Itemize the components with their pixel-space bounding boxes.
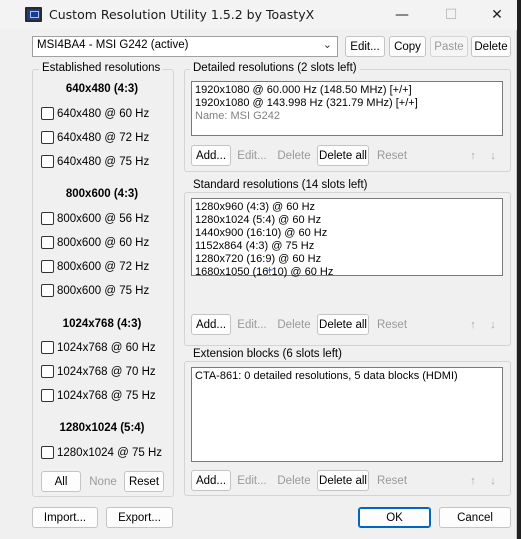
checkbox-label: 1280x1024 @ 75 Hz [57, 446, 163, 459]
monitor-paste-button: Paste [430, 36, 468, 57]
checkbox-box[interactable] [41, 446, 54, 459]
established-checkbox[interactable]: 1024x768 @ 70 Hz [41, 365, 156, 378]
cancel-button[interactable]: Cancel [439, 507, 511, 528]
detailed-delete-all-button[interactable]: Delete all [317, 145, 369, 166]
checkbox-box[interactable] [41, 389, 54, 402]
established-checkbox[interactable]: 800x600 @ 72 Hz [41, 260, 149, 273]
established-checkbox[interactable]: 1024x768 @ 60 Hz [41, 341, 156, 354]
checkbox-box[interactable] [41, 365, 54, 378]
move-down-icon: ↓ [490, 318, 496, 331]
chevron-down-icon: ⌄ [322, 39, 332, 51]
checkbox-box[interactable] [41, 155, 54, 168]
detailed-resolutions-list[interactable]: 1920x1080 @ 60.000 Hz (148.50 MHz) [+/+]… [191, 81, 503, 136]
cru-window: Custom Resolution Utility 1.5.2 by Toast… [0, 0, 517, 539]
list-item[interactable]: 1280x1024 (5:4) @ 60 Hz [195, 214, 499, 227]
monitor-app-icon [25, 7, 42, 22]
established-none-button: None [89, 475, 117, 488]
checkbox-label: 640x480 @ 75 Hz [57, 155, 150, 168]
list-item[interactable]: 1680x1050 (16:10) @ 60 Hz [195, 266, 499, 279]
checkbox-box[interactable] [41, 212, 54, 225]
detailed-resolutions-title: Detailed resolutions (2 slots left) [190, 62, 360, 74]
established-group-heading: 1280x1024 (5:4) [59, 422, 145, 434]
minimize-button[interactable]: — [379, 0, 425, 30]
detailed-delete-button: Delete [277, 149, 311, 162]
established-group-heading: 640x480 (4:3) [65, 83, 139, 95]
move-up-icon: ↑ [470, 318, 476, 331]
detailed-add-button[interactable]: Add... [191, 145, 231, 166]
established-resolutions-title: Established resolutions [39, 62, 164, 74]
checkbox-box[interactable] [41, 260, 54, 273]
established-checkbox[interactable]: 1024x768 @ 75 Hz [41, 389, 156, 402]
title-bar: Custom Resolution Utility 1.5.2 by Toast… [0, 0, 517, 30]
standard-delete-all-button[interactable]: Delete all [317, 314, 369, 335]
established-checkbox[interactable]: 800x600 @ 56 Hz [41, 212, 149, 225]
standard-edit-button: Edit... [237, 318, 267, 331]
checkbox-label: 640x480 @ 72 Hz [57, 131, 150, 144]
list-item[interactable]: 1280x720 (16:9) @ 60 Hz [195, 253, 499, 266]
monitor-select-value: MSI4BA4 - MSI G242 (active) [37, 39, 189, 51]
import-button[interactable]: Import... [32, 507, 98, 528]
list-item[interactable]: 1920x1080 @ 60.000 Hz (148.50 MHz) [+/+] [195, 84, 499, 97]
checkbox-label: 1024x768 @ 60 Hz [57, 341, 156, 354]
export-button[interactable]: Export... [106, 507, 173, 528]
checkbox-box[interactable] [41, 341, 54, 354]
move-up-icon: ↑ [470, 474, 476, 487]
checkbox-label: 800x600 @ 60 Hz [57, 236, 150, 249]
window-title: Custom Resolution Utility 1.5.2 by Toast… [49, 7, 315, 22]
extension-blocks-title: Extension blocks (6 slots left) [190, 348, 345, 360]
maximize-button: ☐ [444, 7, 458, 23]
detailed-reset-button: Reset [376, 149, 408, 162]
list-item[interactable]: CTA-861: 0 detailed resolutions, 5 data … [195, 370, 499, 383]
established-group-heading: 1024x768 (4:3) [62, 318, 142, 330]
established-group-heading: 800x600 (4:3) [65, 188, 139, 200]
checkbox-label: 800x600 @ 56 Hz [57, 212, 150, 225]
monitor-delete-button[interactable]: Delete [471, 36, 511, 57]
established-checkbox[interactable]: 640x480 @ 72 Hz [41, 131, 149, 144]
extension-add-button[interactable]: Add... [191, 470, 231, 491]
checkbox-label: 800x600 @ 75 Hz [57, 284, 150, 297]
checkbox-box[interactable] [41, 236, 54, 249]
list-item[interactable]: 1280x960 (4:3) @ 60 Hz [195, 201, 499, 214]
checkbox-box[interactable] [41, 107, 54, 120]
list-item[interactable]: 1920x1080 @ 143.998 Hz (321.79 MHz) [+/+… [195, 97, 499, 110]
move-down-icon: ↓ [490, 474, 496, 487]
detailed-edit-button: Edit... [237, 149, 267, 162]
checkbox-box[interactable] [41, 131, 54, 144]
standard-resolutions-list[interactable]: 1280x960 (4:3) @ 60 Hz 1280x1024 (5:4) @… [191, 198, 503, 279]
checkbox-box[interactable] [41, 284, 54, 297]
standard-reset-button: Reset [376, 318, 408, 331]
extension-delete-button: Delete [277, 474, 311, 487]
checkbox-label: 1024x768 @ 70 Hz [57, 365, 156, 378]
established-checkbox[interactable]: 640x480 @ 75 Hz [41, 155, 149, 168]
extension-edit-button: Edit... [237, 474, 267, 487]
monitor-edit-button[interactable]: Edit... [345, 36, 385, 57]
ok-button[interactable]: OK [358, 507, 431, 528]
monitor-select[interactable]: MSI4BA4 - MSI G242 (active) ⌄ [32, 36, 338, 57]
close-button[interactable]: ✕ [474, 0, 520, 30]
extension-reset-button: Reset [376, 474, 408, 487]
checkbox-label: 1024x768 @ 75 Hz [57, 389, 156, 402]
move-up-icon: ↑ [470, 149, 476, 162]
established-reset-button[interactable]: Reset [124, 471, 164, 492]
monitor-copy-button[interactable]: Copy [389, 36, 426, 57]
move-down-icon: ↓ [490, 149, 496, 162]
list-item[interactable]: 1152x864 (4:3) @ 75 Hz [195, 240, 499, 253]
monitor-name-item[interactable]: Name: MSI G242 [195, 110, 499, 123]
established-checkbox[interactable]: 640x480 @ 60 Hz [41, 107, 149, 120]
standard-delete-button: Delete [277, 318, 311, 331]
established-checkbox[interactable]: 800x600 @ 75 Hz [41, 284, 149, 297]
checkbox-label: 640x480 @ 60 Hz [57, 107, 150, 120]
established-checkbox[interactable]: 800x600 @ 60 Hz [41, 236, 149, 249]
established-checkbox[interactable]: 1280x1024 @ 75 Hz [41, 446, 162, 459]
standard-resolutions-title: Standard resolutions (14 slots left) [190, 179, 371, 191]
extension-delete-all-button[interactable]: Delete all [317, 470, 369, 491]
standard-add-button[interactable]: Add... [191, 314, 231, 335]
list-item[interactable]: 1440x900 (16:10) @ 60 Hz [195, 227, 499, 240]
crosshair-cursor-icon: + [266, 263, 274, 277]
checkbox-label: 800x600 @ 72 Hz [57, 260, 150, 273]
extension-blocks-list[interactable]: CTA-861: 0 detailed resolutions, 5 data … [191, 367, 503, 462]
established-all-button[interactable]: All [41, 471, 81, 492]
